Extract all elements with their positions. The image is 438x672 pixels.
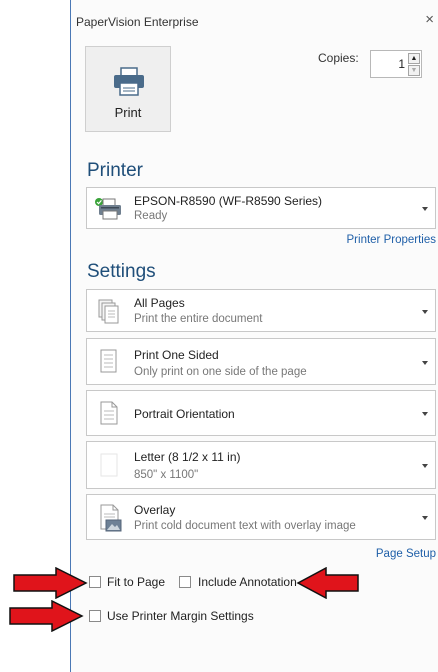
chevron-down-icon: [422, 412, 428, 416]
print-button-label: Print: [114, 105, 142, 120]
one-sided-icon: [100, 349, 117, 373]
printer-select[interactable]: EPSON-R8590 (WF-R8590 Series) Ready: [86, 187, 436, 229]
print-dialog: PaperVision Enterprise × Print Copies: 1…: [70, 0, 438, 672]
include-annotation-label: Include Annotation: [198, 575, 297, 589]
copies-label: Copies:: [318, 51, 359, 65]
overlay-icon: [100, 504, 122, 532]
setting-main: Letter (8 1/2 x 11 in): [134, 450, 241, 464]
printer-heading: Printer: [87, 160, 143, 181]
setting-main: Portrait Orientation: [134, 407, 235, 421]
printer-name: EPSON-R8590 (WF-R8590 Series): [134, 194, 323, 208]
copies-decrement-icon[interactable]: ▼: [408, 65, 420, 76]
setting-sub: Print cold document text with overlay im…: [134, 520, 356, 532]
print-button[interactable]: Print: [85, 46, 171, 132]
portrait-icon: [100, 401, 118, 425]
chevron-down-icon: [422, 464, 428, 468]
chevron-down-icon: [422, 310, 428, 314]
paper-size-icon: [100, 453, 118, 477]
include-annotation-checkbox[interactable]: [179, 576, 191, 588]
use-printer-margins-label: Use Printer Margin Settings: [107, 609, 254, 623]
setting-main: Overlay: [134, 503, 176, 517]
setting-sub: Only print on one side of the page: [134, 366, 307, 378]
setting-main: All Pages: [134, 296, 185, 310]
printer-status: Ready: [134, 210, 168, 222]
close-icon[interactable]: ×: [425, 12, 434, 28]
arrow-right-icon: [13, 567, 88, 599]
overlay-select[interactable]: Overlay Print cold document text with ov…: [86, 494, 436, 540]
use-printer-margins-checkbox[interactable]: [89, 610, 101, 622]
copies-stepper[interactable]: 1 ▲ ▼: [370, 50, 422, 78]
pages-icon: [98, 299, 119, 324]
arrow-left-icon: [296, 567, 359, 599]
copies-increment-icon[interactable]: ▲: [408, 53, 420, 64]
arrow-right-icon: [9, 600, 84, 632]
printer-properties-link[interactable]: Printer Properties: [347, 234, 436, 246]
setting-sub: Print the entire document: [134, 313, 263, 325]
setting-sub: 850" x 1100": [134, 469, 199, 481]
window-title: PaperVision Enterprise: [76, 15, 199, 29]
fit-to-page-label: Fit to Page: [107, 575, 166, 589]
settings-heading: Settings: [87, 261, 156, 282]
page-range-select[interactable]: All Pages Print the entire document: [86, 289, 436, 332]
page-setup-link[interactable]: Page Setup: [376, 548, 436, 560]
copies-value: 1: [398, 57, 405, 71]
fit-to-page-checkbox[interactable]: [89, 576, 101, 588]
setting-main: Print One Sided: [134, 348, 219, 362]
printer-ready-icon: [95, 198, 121, 220]
printer-icon: [114, 67, 144, 96]
chevron-down-icon: [422, 516, 428, 520]
duplex-select[interactable]: Print One Sided Only print on one side o…: [86, 338, 436, 385]
chevron-down-icon: [422, 207, 428, 211]
orientation-select[interactable]: Portrait Orientation: [86, 390, 436, 436]
paper-size-select[interactable]: Letter (8 1/2 x 11 in) 850" x 1100": [86, 441, 436, 489]
chevron-down-icon: [422, 361, 428, 365]
